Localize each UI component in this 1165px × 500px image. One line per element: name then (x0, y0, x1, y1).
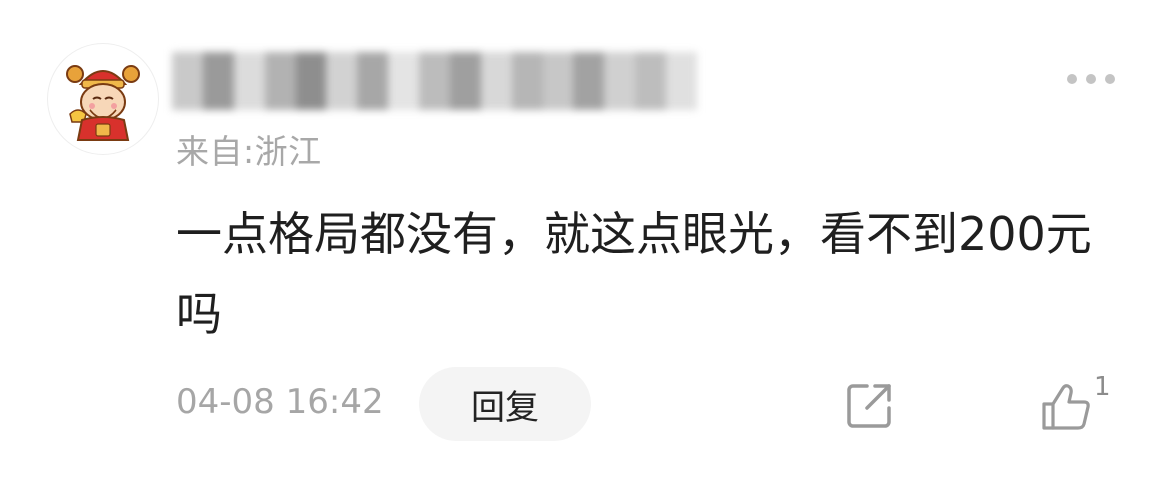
comment-content: 一点格局都没有，就这点眼光，看不到200元吗 (176, 207, 1092, 341)
more-dots-icon (1067, 74, 1115, 84)
reply-button[interactable]: 回复 (419, 367, 591, 441)
thumbs-up-icon (1042, 384, 1090, 430)
comment-timestamp: 04-08 16:42 (176, 382, 384, 422)
caishen-avatar-image (66, 65, 140, 141)
more-options-button[interactable] (1062, 66, 1120, 92)
share-button[interactable] (843, 380, 895, 432)
share-icon (847, 384, 891, 428)
comment-item: 来自:浙江 一点格局都没有，就这点眼光，看不到200元吗 04-08 16:42… (0, 0, 1165, 500)
comment-location: 来自:浙江 (176, 132, 322, 171)
like-button[interactable]: 1 (1040, 372, 1120, 436)
like-count: 1 (1094, 372, 1111, 402)
avatar[interactable] (48, 44, 158, 154)
username-redacted[interactable] (172, 52, 697, 110)
